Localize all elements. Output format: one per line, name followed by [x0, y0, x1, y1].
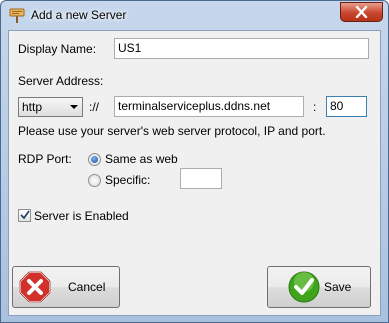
server-sign-icon — [9, 7, 25, 23]
close-button[interactable] — [340, 2, 383, 22]
server-enabled-label[interactable]: Server is Enabled — [34, 209, 129, 223]
address-hint: Please use your server's web server prot… — [18, 124, 326, 138]
chevron-down-icon — [70, 105, 78, 109]
cancel-button[interactable]: Cancel — [12, 266, 120, 308]
rdp-specific-port-field[interactable] — [180, 168, 222, 189]
host-field[interactable]: terminalserviceplus.ddns.net — [114, 96, 304, 117]
checkmark-small-icon — [20, 210, 30, 220]
rdp-specific-label[interactable]: Specific: — [105, 173, 150, 187]
stop-x-icon — [19, 271, 51, 306]
checkmark-icon — [288, 271, 320, 306]
save-button[interactable]: Save — [267, 266, 371, 308]
close-icon — [355, 6, 368, 18]
cancel-button-label: Cancel — [68, 280, 106, 294]
dialog-body: Display Name: US1 Server Address: http :… — [8, 30, 381, 316]
title-bar[interactable]: Add a new Server — [1, 1, 388, 31]
scheme-separator: :// — [89, 100, 100, 114]
port-field[interactable]: 80 — [326, 96, 367, 117]
display-name-field[interactable]: US1 — [114, 38, 369, 59]
dialog-window: Add a new Server Display Name: US1 Serve… — [0, 0, 389, 323]
rdp-port-label: RDP Port: — [18, 152, 72, 166]
protocol-select[interactable]: http — [18, 97, 83, 117]
save-button-label: Save — [324, 280, 352, 294]
protocol-selected-value: http — [22, 100, 43, 114]
rdp-same-as-web-label[interactable]: Same as web — [105, 152, 178, 166]
rdp-same-as-web-radio[interactable] — [88, 153, 101, 166]
server-enabled-checkbox[interactable] — [18, 209, 31, 222]
display-name-label: Display Name: — [18, 42, 97, 56]
port-separator: : — [313, 100, 317, 114]
window-title: Add a new Server — [31, 8, 127, 22]
server-address-label: Server Address: — [18, 74, 104, 88]
rdp-specific-radio[interactable] — [88, 174, 101, 187]
